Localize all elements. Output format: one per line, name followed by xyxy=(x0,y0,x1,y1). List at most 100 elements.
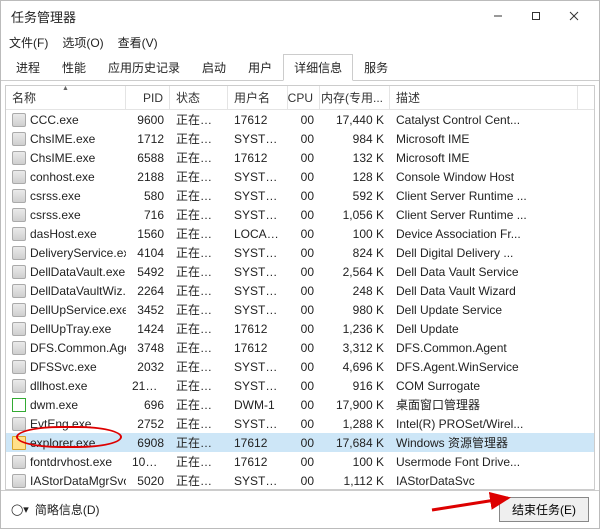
task-manager-window: 任务管理器 文件(F) 选项(O) 查看(V) 进程 性能 应用历史记录 启动 … xyxy=(0,0,600,529)
table-row[interactable]: csrss.exe580正在运行SYSTEM00592 KClient Serv… xyxy=(6,186,594,205)
process-name: DellDataVault.exe xyxy=(30,265,125,279)
table-row[interactable]: conhost.exe2188正在运行SYSTEM00128 KConsole … xyxy=(6,167,594,186)
process-name: EvtEng.exe xyxy=(30,417,91,431)
tab-app-history[interactable]: 应用历史记录 xyxy=(97,54,191,81)
cell-pid: 10312 xyxy=(126,455,170,469)
cell-desc: Dell Data Vault Wizard xyxy=(390,284,594,298)
cell-name: ChsIME.exe xyxy=(6,151,126,165)
cell-desc: Windows 资源管理器 xyxy=(390,434,594,451)
cell-status: 正在运行 xyxy=(170,111,228,128)
process-name: conhost.exe xyxy=(30,170,95,184)
table-row[interactable]: dasHost.exe1560正在运行LOCAL SE...00100 KDev… xyxy=(6,224,594,243)
column-desc[interactable]: 描述 xyxy=(390,86,578,109)
process-icon xyxy=(12,341,26,355)
table-row[interactable]: IAStorDataMgrSvc....5020正在运行SYSTEM001,11… xyxy=(6,471,594,489)
end-task-button[interactable]: 结束任务(E) xyxy=(499,497,589,522)
table-row[interactable]: dllhost.exe21556正在运行SYSTEM00916 KCOM Sur… xyxy=(6,376,594,395)
cell-mem: 132 K xyxy=(320,151,390,165)
process-name: DellUpTray.exe xyxy=(30,322,111,336)
table-row[interactable]: EvtEng.exe2752正在运行SYSTEM001,288 KIntel(R… xyxy=(6,414,594,433)
cell-mem: 2,564 K xyxy=(320,265,390,279)
cell-desc: DFS.Agent.WinService xyxy=(390,360,594,374)
cell-status: 正在运行 xyxy=(170,320,228,337)
tab-performance[interactable]: 性能 xyxy=(51,54,97,81)
table-row[interactable]: dwm.exe696正在运行DWM-10017,900 K桌面窗口管理器 xyxy=(6,395,594,414)
cell-pid: 2264 xyxy=(126,284,170,298)
close-button[interactable] xyxy=(555,2,593,30)
tab-startup[interactable]: 启动 xyxy=(191,54,237,81)
column-memory[interactable]: 内存(专用... xyxy=(320,86,390,109)
cell-status: 正在运行 xyxy=(170,187,228,204)
table-row[interactable]: csrss.exe716正在运行SYSTEM001,056 KClient Se… xyxy=(6,205,594,224)
table-row[interactable]: DFS.Common.Age...3748正在运行17612003,312 KD… xyxy=(6,338,594,357)
process-name: csrss.exe xyxy=(30,189,81,203)
cell-cpu: 00 xyxy=(288,322,320,336)
cell-pid: 4104 xyxy=(126,246,170,260)
process-icon xyxy=(12,322,26,336)
tabs: 进程 性能 应用历史记录 启动 用户 详细信息 服务 xyxy=(1,53,599,81)
column-name[interactable]: 名称▲ xyxy=(6,86,126,109)
table-row[interactable]: DellDataVaultWiz.e...2264正在运行SYSTEM00248… xyxy=(6,281,594,300)
table-row[interactable]: DeliveryService.exe4104正在运行SYSTEM00824 K… xyxy=(6,243,594,262)
cell-mem: 980 K xyxy=(320,303,390,317)
cell-desc: Device Association Fr... xyxy=(390,227,594,241)
process-icon xyxy=(12,113,26,127)
table-row[interactable]: explorer.exe6908正在运行176120017,684 KWindo… xyxy=(6,433,594,452)
cell-desc: Dell Update Service xyxy=(390,303,594,317)
process-icon xyxy=(12,360,26,374)
tab-details[interactable]: 详细信息 xyxy=(283,54,353,81)
cell-cpu: 00 xyxy=(288,208,320,222)
maximize-button[interactable] xyxy=(517,2,555,30)
column-status[interactable]: 状态 xyxy=(170,86,228,109)
cell-name: DellDataVault.exe xyxy=(6,265,126,279)
window-title: 任务管理器 xyxy=(11,7,76,26)
minimize-button[interactable] xyxy=(479,2,517,30)
process-icon xyxy=(12,227,26,241)
fewer-details-toggle[interactable]: ◯▾ 简略信息(D) xyxy=(11,501,100,518)
table-row[interactable]: DellDataVault.exe5492正在运行SYSTEM002,564 K… xyxy=(6,262,594,281)
cell-user: LOCAL SE... xyxy=(228,227,288,241)
table-row[interactable]: CCC.exe9600正在运行176120017,440 KCatalyst C… xyxy=(6,110,594,129)
cell-status: 正在运行 xyxy=(170,282,228,299)
table-body[interactable]: CCC.exe9600正在运行176120017,440 KCatalyst C… xyxy=(6,110,594,489)
process-icon xyxy=(12,474,26,488)
cell-name: CCC.exe xyxy=(6,113,126,127)
cell-status: 正在运行 xyxy=(170,453,228,470)
cell-pid: 5020 xyxy=(126,474,170,488)
table-row[interactable]: DellUpTray.exe1424正在运行17612001,236 KDell… xyxy=(6,319,594,338)
tab-services[interactable]: 服务 xyxy=(353,54,399,81)
cell-status: 正在运行 xyxy=(170,149,228,166)
process-table: 名称▲ PID 状态 用户名 CPU 内存(专用... 描述 CCC.exe96… xyxy=(5,85,595,490)
tab-users[interactable]: 用户 xyxy=(237,54,283,81)
process-icon xyxy=(12,189,26,203)
process-name: explorer.exe xyxy=(30,436,95,450)
cell-pid: 696 xyxy=(126,398,170,412)
table-row[interactable]: fontdrvhost.exe10312正在运行1761200100 KUser… xyxy=(6,452,594,471)
column-cpu[interactable]: CPU xyxy=(288,86,320,109)
menu-file[interactable]: 文件(F) xyxy=(9,34,48,51)
cell-desc: Dell Data Vault Service xyxy=(390,265,594,279)
table-row[interactable]: ChsIME.exe6588正在运行1761200132 KMicrosoft … xyxy=(6,148,594,167)
cell-user: SYSTEM xyxy=(228,284,288,298)
column-user[interactable]: 用户名 xyxy=(228,86,288,109)
table-row[interactable]: DFSSvc.exe2032正在运行SYSTEM004,696 KDFS.Age… xyxy=(6,357,594,376)
cell-cpu: 00 xyxy=(288,341,320,355)
cell-name: EvtEng.exe xyxy=(6,417,126,431)
menu-options[interactable]: 选项(O) xyxy=(62,34,103,51)
chevron-down-icon: ◯▾ xyxy=(11,503,29,516)
cell-pid: 2188 xyxy=(126,170,170,184)
cell-name: IAStorDataMgrSvc.... xyxy=(6,474,126,488)
cell-cpu: 00 xyxy=(288,455,320,469)
process-icon xyxy=(12,246,26,260)
process-icon xyxy=(12,265,26,279)
cell-desc: IAStorDataSvc xyxy=(390,474,594,488)
cell-name: conhost.exe xyxy=(6,170,126,184)
menu-view[interactable]: 查看(V) xyxy=(118,34,158,51)
column-pid[interactable]: PID xyxy=(126,86,170,109)
tab-processes[interactable]: 进程 xyxy=(5,54,51,81)
table-row[interactable]: ChsIME.exe1712正在运行SYSTEM00984 KMicrosoft… xyxy=(6,129,594,148)
cell-cpu: 00 xyxy=(288,113,320,127)
cell-name: DellUpService.exe xyxy=(6,303,126,317)
cell-mem: 984 K xyxy=(320,132,390,146)
table-row[interactable]: DellUpService.exe3452正在运行SYSTEM00980 KDe… xyxy=(6,300,594,319)
